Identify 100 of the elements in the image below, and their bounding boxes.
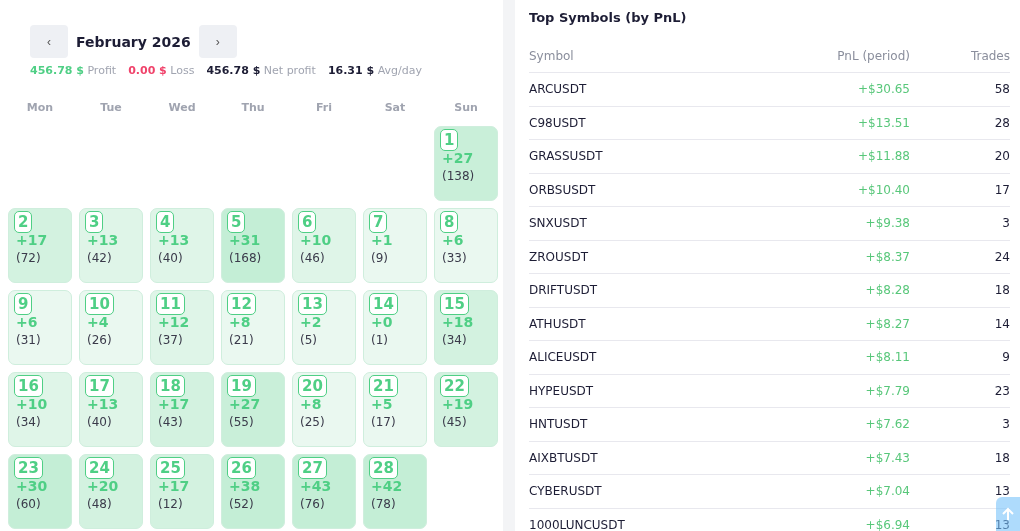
day-cell[interactable]: 14 +0 (1) — [363, 290, 427, 365]
day-pnl: +6 — [15, 315, 38, 330]
day-number: 5 — [227, 211, 246, 233]
trade-count: (78) — [370, 497, 396, 511]
day-number: 18 — [156, 375, 185, 397]
weekday-label: Thu — [240, 101, 266, 116]
trade-count: (138) — [441, 169, 475, 183]
day-number: 28 — [369, 457, 398, 479]
day-cell[interactable]: 26 +38 (52) — [221, 454, 285, 529]
table-cell-text: 3 — [1001, 417, 1010, 432]
table-cell-text: +$8.11 — [864, 350, 910, 365]
day-cell[interactable]: 19 +27 (55) — [221, 372, 285, 447]
trade-count: (33) — [441, 251, 467, 265]
day-cell[interactable]: 23 +30 (60) — [8, 454, 72, 529]
day-number: 22 — [440, 375, 469, 397]
weekday-label: Fri — [315, 101, 333, 116]
trade-count: (12) — [157, 497, 183, 511]
day-cell[interactable]: 2 +17 (72) — [8, 208, 72, 283]
table-cell-text: 1000LUNCUSDT — [529, 517, 626, 531]
day-cell[interactable]: 9 +6 (31) — [8, 290, 72, 365]
day-cell[interactable]: 16 +10 (34) — [8, 372, 72, 447]
trade-count: (37) — [157, 333, 183, 347]
trade-count: (60) — [15, 497, 41, 511]
day-pnl: +27 — [228, 397, 261, 412]
day-pnl: +10 — [15, 397, 48, 412]
day-cell[interactable]: 28 +42 (78) — [363, 454, 427, 529]
day-cell[interactable]: 22 +19 (45) — [434, 372, 498, 447]
day-cell[interactable]: 10 +4 (26) — [79, 290, 143, 365]
day-cell[interactable]: 20 +8 (25) — [292, 372, 356, 447]
day-number: 10 — [85, 293, 114, 315]
weekday-label: Sat — [383, 101, 407, 116]
day-cell[interactable]: 11 +12 (37) — [150, 290, 214, 365]
table-cell-text: +$7.79 — [864, 383, 910, 398]
day-pnl: +13 — [157, 233, 190, 248]
day-cell[interactable]: 8 +6 (33) — [434, 208, 498, 283]
table-cell-text: 28 — [993, 115, 1010, 130]
column-header: Symbol — [529, 48, 575, 63]
column-header: PnL (period) — [836, 48, 910, 63]
scroll-top-button[interactable] — [996, 497, 1020, 531]
day-cell[interactable]: 17 +13 (40) — [79, 372, 143, 447]
day-number: 13 — [298, 293, 327, 315]
day-cell[interactable]: 5 +31 (168) — [221, 208, 285, 283]
day-number: 4 — [156, 211, 175, 233]
day-cell[interactable]: 3 +13 (42) — [79, 208, 143, 283]
table-cell-text: +$6.94 — [864, 517, 910, 531]
table-cell-text: C98USDT — [529, 115, 587, 130]
table-cell-text: +$8.28 — [864, 283, 910, 298]
table-cell-text: 13 — [993, 517, 1010, 531]
table-cell-text: 24 — [993, 249, 1010, 264]
day-number: 17 — [85, 375, 114, 397]
table-cell-text: +$7.04 — [864, 484, 910, 499]
table-cell-text: CYBERUSDT — [529, 484, 603, 499]
day-number: 20 — [298, 375, 327, 397]
day-cell[interactable]: 25 +17 (12) — [150, 454, 214, 529]
table-cell-text: +$8.37 — [864, 249, 910, 264]
day-pnl: +42 — [370, 479, 403, 494]
trade-count: (25) — [299, 415, 325, 429]
trade-count: (9) — [370, 251, 388, 265]
table-cell-text: +$7.62 — [864, 417, 910, 432]
table-cell-text: +$13.51 — [856, 115, 910, 130]
day-number: 9 — [14, 293, 33, 315]
day-number: 26 — [227, 457, 256, 479]
day-cell[interactable]: 27 +43 (76) — [292, 454, 356, 529]
day-pnl: +10 — [299, 233, 332, 248]
table-cell-text: +$10.40 — [856, 182, 910, 197]
trade-count: (21) — [228, 333, 254, 347]
trade-count: (55) — [228, 415, 254, 429]
previous-month-button[interactable]: ‹ — [30, 25, 68, 58]
table-cell-text: 9 — [1001, 350, 1010, 365]
day-pnl: +2 — [299, 315, 322, 330]
trade-count: (40) — [157, 251, 183, 265]
day-cell[interactable]: 15 +18 (34) — [434, 290, 498, 365]
table-cell-text: +$7.43 — [864, 450, 910, 465]
table-cell-text: ARCUSDT — [529, 82, 588, 97]
trade-count: (168) — [228, 251, 262, 265]
weekday-label: Tue — [99, 101, 123, 116]
table-cell-text: ZROUSDT — [529, 249, 589, 264]
table-cell-text: SNXUSDT — [529, 216, 588, 231]
day-cell[interactable]: 21 +5 (17) — [363, 372, 427, 447]
day-cell[interactable]: 12 +8 (21) — [221, 290, 285, 365]
trade-count: (72) — [15, 251, 41, 265]
day-cell[interactable]: 13 +2 (5) — [292, 290, 356, 365]
day-number: 23 — [14, 457, 43, 479]
day-cell[interactable]: 24 +20 (48) — [79, 454, 143, 529]
day-number: 16 — [14, 375, 43, 397]
column-header: Trades — [969, 48, 1010, 63]
day-number: 19 — [227, 375, 256, 397]
day-pnl: +13 — [86, 233, 119, 248]
table-cell-text: DRIFTUSDT — [529, 283, 599, 298]
day-cell[interactable]: 7 +1 (9) — [363, 208, 427, 283]
arrow-up-icon — [1000, 506, 1016, 522]
table-cell-text: +$11.88 — [856, 149, 910, 164]
day-cell[interactable]: 1 +27 (138) — [434, 126, 498, 201]
trade-count: (43) — [157, 415, 183, 429]
day-cell[interactable]: 4 +13 (40) — [150, 208, 214, 283]
table-cell-text: 20 — [993, 149, 1010, 164]
day-cell[interactable]: 6 +10 (46) — [292, 208, 356, 283]
day-cell[interactable]: 18 +17 (43) — [150, 372, 214, 447]
table-cell-text: ATHUSDT — [529, 316, 587, 331]
next-month-button[interactable]: › — [198, 25, 237, 58]
